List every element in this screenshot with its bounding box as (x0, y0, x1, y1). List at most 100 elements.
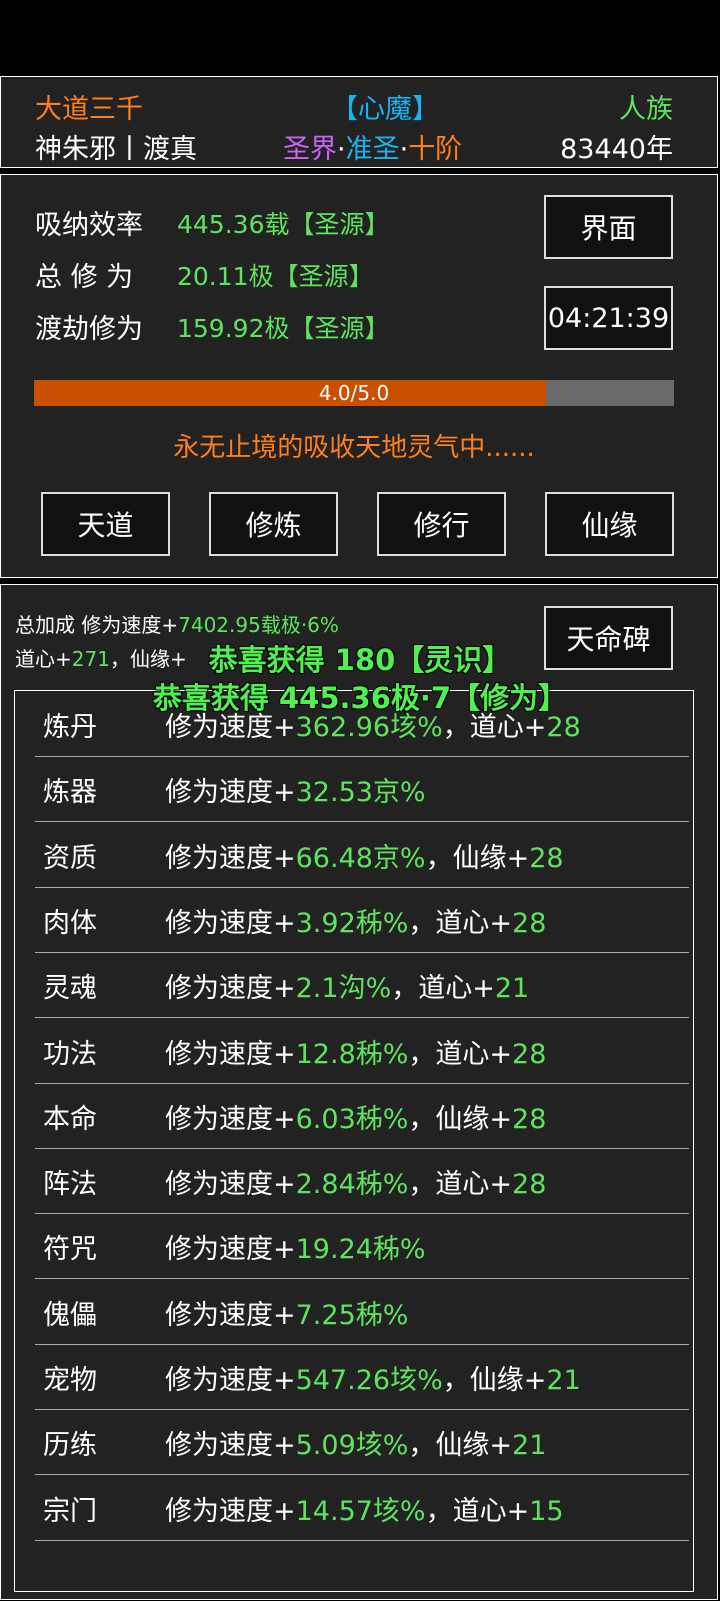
bonus-row: 宠物 修为速度+547.26垓%，仙缘+21 (35, 1344, 689, 1410)
bonus-row-name: 本命 (43, 1103, 97, 1135)
bonus-row: 符咒 修为速度+19.24秭% (35, 1213, 689, 1280)
speed-value: 14.57垓% (295, 1495, 426, 1527)
extra-label: ，仙缘+ (442, 1365, 547, 1396)
bonus-row: 资质 修为速度+66.48京%，仙缘+28 (35, 822, 689, 888)
bonus-panel: 总加成 修为速度+7402.95载极·6% 道心+271，仙缘+ 天命碑 炼丹修… (0, 584, 718, 1600)
bonus-row-name: 符咒 (43, 1234, 97, 1266)
speed-prefix: 修为速度+ (165, 1365, 296, 1396)
bonus-row-effect: 修为速度+32.53京% (165, 770, 426, 809)
speed-value: 2.84秭% (295, 1169, 409, 1201)
extra-label: ，道心+ (408, 907, 513, 939)
speed-prefix: 修为速度+ (165, 777, 296, 809)
speed-value: 19.24秭% (295, 1234, 426, 1266)
realm-line: 圣界·准圣·十阶 (283, 127, 462, 166)
bonus-row: 宗门 修为速度+14.57垓%，道心+15 (35, 1475, 689, 1541)
extra-value: 28 (512, 1038, 547, 1070)
bonus-row: 历练 修为速度+5.09垓%，仙缘+21 (35, 1409, 689, 1476)
race-label: 人族 (619, 94, 673, 125)
bonus-row: 炼器 修为速度+32.53京% (35, 756, 689, 823)
bonus-row-name: 宗门 (43, 1495, 97, 1527)
bonus-row-name: 阵法 (43, 1169, 97, 1201)
bonus-row-effect: 修为速度+3.92秭%，道心+28 (165, 901, 546, 940)
bonus-row-effect: 修为速度+6.03秭%，仙缘+28 (165, 1097, 546, 1136)
mind-state-label: 【心魔】 (331, 94, 439, 125)
extra-value: 28 (529, 842, 564, 874)
tribulation-label: 渡劫修为 (35, 314, 143, 345)
absorb-value: 445.36载【圣源】 (177, 210, 390, 239)
extra-label: ，仙缘+ (425, 842, 530, 874)
extra-value: 28 (512, 1103, 547, 1135)
speed-prefix: 修为速度+ (165, 1103, 296, 1135)
speed-prefix: 修为速度+ (165, 1234, 296, 1266)
stats-panel: 吸纳效率 445.36载【圣源】 总 修 为 20.11极【圣源】 渡劫修为 1… (0, 174, 718, 578)
realm-world: 圣界 (283, 134, 337, 165)
bonus-row-name: 炼器 (43, 777, 97, 809)
bonus-row-name: 宠物 (43, 1365, 97, 1396)
bonus-row-name: 肉体 (43, 907, 97, 939)
bonus-row: 阵法 修为速度+2.84秭%，道心+28 (35, 1148, 689, 1215)
bonus-row-effect: 修为速度+7.25秭% (165, 1293, 408, 1332)
speed-value: 32.53京% (295, 777, 426, 809)
realm-sep-1: · (337, 134, 346, 165)
bonus-row-name: 傀儡 (43, 1299, 97, 1331)
bonus-row-effect: 修为速度+5.09垓%，仙缘+21 (165, 1423, 546, 1462)
nav-tiandao-button[interactable]: 天道 (41, 492, 170, 556)
speed-prefix: 修为速度+ (165, 1495, 296, 1527)
timer-display: 04:21:39 (544, 286, 673, 350)
realm-rank: 十阶 (408, 134, 463, 165)
bonus-row-name: 灵魂 (43, 973, 97, 1005)
character-name: 神朱邪丨渡真 (35, 134, 197, 165)
bonus-row-effect: 修为速度+66.48京%，仙缘+28 (165, 836, 564, 875)
bonus-row: 傀儡 修为速度+7.25秭% (35, 1279, 689, 1345)
absorb-label: 吸纳效率 (35, 210, 143, 241)
interface-button[interactable]: 界面 (544, 195, 673, 259)
bonus-row: 本命 修为速度+6.03秭%，仙缘+28 (35, 1083, 689, 1149)
bonus-row-effect: 修为速度+14.57垓%，道心+15 (165, 1489, 564, 1528)
extra-value: 28 (512, 907, 547, 939)
speed-prefix: 修为速度+ (165, 1038, 296, 1070)
bonus-row-effect: 修为速度+19.24秭% (165, 1227, 426, 1266)
nav-xiulian-button[interactable]: 修炼 (209, 492, 338, 556)
speed-prefix: 修为速度+ (165, 1430, 296, 1462)
extra-value: 21 (494, 973, 530, 1005)
extra-label: ，道心+ (425, 1495, 530, 1527)
speed-value: 7.25秭% (295, 1299, 409, 1331)
speed-value: 547.26垓% (295, 1365, 443, 1396)
header-panel: 大道三千 【心魔】 人族 神朱邪丨渡真 圣界·准圣·十阶 83440年 (0, 76, 718, 168)
tribulation-value: 159.92极【圣源】 (177, 314, 390, 343)
bonus-row: 灵魂 修为速度+2.1沟%，道心+21 (35, 952, 689, 1019)
dao-label: 大道三千 (35, 94, 143, 125)
extra-value: 28 (512, 1169, 547, 1201)
speed-prefix: 修为速度+ (165, 842, 296, 874)
status-message: 永无止境的吸收天地灵气中...... (173, 433, 535, 463)
speed-prefix: 修为速度+ (165, 1169, 296, 1201)
total-cultivation-value: 20.11极【圣源】 (177, 262, 374, 291)
progress-text: 4.0/5.0 (318, 381, 390, 405)
nav-xianyuan-button[interactable]: 仙缘 (545, 492, 674, 556)
reward-notice-1: 恭喜获得 180【灵识】 (208, 643, 512, 677)
bonus-row-name: 功法 (43, 1038, 97, 1070)
bonus-row-name: 资质 (43, 842, 97, 874)
speed-prefix: 修为速度+ (165, 973, 296, 1005)
extra-value: 21 (546, 1365, 581, 1396)
bonus-row: 肉体 修为速度+3.92秭%，道心+28 (35, 887, 689, 953)
speed-value: 3.92秭% (295, 907, 409, 939)
bonus-row-name: 历练 (43, 1430, 97, 1462)
bonus-row-effect: 修为速度+12.8秭%，道心+28 (165, 1032, 546, 1071)
bonus-row-effect: 修为速度+2.1沟%，道心+21 (165, 966, 529, 1005)
reward-notice-2: 恭喜获得 445.36极·7【修为】 (152, 681, 568, 715)
progress-bar: 4.0/5.0 (34, 380, 674, 406)
extra-label: ，道心+ (391, 973, 495, 1005)
bonus-row-effect: 修为速度+2.84秭%，道心+28 (165, 1162, 546, 1201)
speed-value: 66.48京% (295, 842, 426, 874)
bonus-row-effect: 修为速度+547.26垓%，仙缘+21 (165, 1358, 581, 1397)
nav-xiuxing-button[interactable]: 修行 (377, 492, 506, 556)
extra-label: ，仙缘+ (408, 1103, 513, 1135)
total-cultivation-label: 总 修 为 (35, 262, 134, 293)
extra-label: ，道心+ (408, 1169, 513, 1201)
speed-value: 2.1沟% (295, 973, 392, 1005)
bonus-row: 功法 修为速度+12.8秭%，道心+28 (35, 1018, 689, 1084)
speed-value: 5.09垓% (295, 1430, 409, 1462)
speed-prefix: 修为速度+ (165, 1299, 296, 1331)
bonus-rows: 炼丹 修为速度+362.96垓%，道心+28 炼器 修为速度+32.53京% 资质 修为速… (1, 585, 719, 1601)
